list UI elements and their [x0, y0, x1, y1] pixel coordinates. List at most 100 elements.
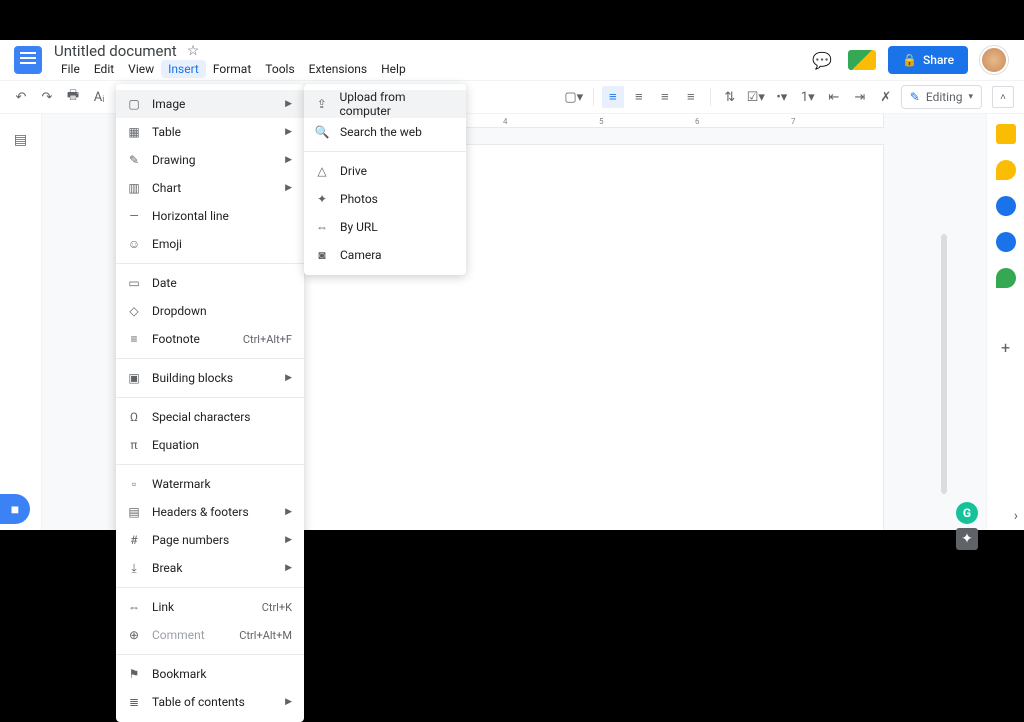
- menu-item-label: Table of contents: [152, 695, 245, 709]
- star-icon[interactable]: ☆: [187, 43, 200, 59]
- pencil-icon: ✎: [910, 90, 920, 104]
- ruler-mark: 4: [503, 117, 508, 126]
- menu-item-emoji[interactable]: ☺Emoji: [116, 230, 304, 258]
- menu-item-page-numbers[interactable]: #Page numbers▶: [116, 526, 304, 554]
- clear-formatting-button[interactable]: ✗: [875, 86, 897, 108]
- menu-item-footnote[interactable]: ≡FootnoteCtrl+Alt+F: [116, 325, 304, 353]
- outline-icon[interactable]: ▤: [14, 132, 27, 148]
- menu-item-equation[interactable]: πEquation: [116, 431, 304, 459]
- shortcut: Ctrl+Alt+F: [243, 333, 292, 346]
- menu-item-building-blocks[interactable]: ▣Building blocks▶: [116, 364, 304, 392]
- menu-item-table-of-contents[interactable]: ≣Table of contents▶: [116, 688, 304, 716]
- submenu-item-upload-from-computer[interactable]: ⇪Upload from computer: [304, 90, 466, 118]
- align-left-button[interactable]: ≡: [602, 86, 624, 108]
- menu-item-headers-&-footers[interactable]: ▤Headers & footers▶: [116, 498, 304, 526]
- meet-fab[interactable]: ■: [0, 494, 30, 524]
- line-spacing-button[interactable]: ⇅: [719, 86, 741, 108]
- increase-indent-button[interactable]: ⇥: [849, 86, 871, 108]
- menu-item-bookmark[interactable]: ⚑Bookmark: [116, 660, 304, 688]
- decrease-indent-button[interactable]: ⇤: [823, 86, 845, 108]
- menu-item-dropdown[interactable]: ◇Dropdown: [116, 297, 304, 325]
- menu-item-special-characters[interactable]: ΩSpecial characters: [116, 403, 304, 431]
- menu-item-icon: ▥: [126, 181, 142, 195]
- menu-extensions[interactable]: Extensions: [302, 60, 374, 78]
- lock-icon: 🔒: [902, 53, 917, 67]
- docs-logo-icon[interactable]: [14, 46, 42, 74]
- numbered-list-button[interactable]: 1▾: [797, 86, 819, 108]
- undo-button[interactable]: ↶: [10, 86, 32, 108]
- menu-help[interactable]: Help: [374, 60, 413, 78]
- menu-item-label: Headers & footers: [152, 505, 249, 519]
- submenu-item-search-the-web[interactable]: 🔍Search the web: [304, 118, 466, 146]
- submenu-item-label: Upload from computer: [339, 90, 456, 118]
- menu-item-label: Footnote: [152, 332, 200, 346]
- checklist-button[interactable]: ☑▾: [745, 86, 767, 108]
- submenu-item-icon: △: [314, 164, 330, 178]
- align-center-button[interactable]: ≡: [628, 86, 650, 108]
- share-button[interactable]: 🔒 Share: [888, 46, 968, 74]
- comments-history-icon[interactable]: 💬: [808, 46, 836, 74]
- menu-item-icon: ▣: [126, 371, 142, 385]
- ruler-mark: 5: [599, 117, 604, 126]
- submenu-item-drive[interactable]: △Drive: [304, 157, 466, 185]
- maps-icon[interactable]: [996, 268, 1016, 288]
- ruler-mark: 6: [695, 117, 700, 126]
- menu-item-drawing[interactable]: ✎Drawing▶: [116, 146, 304, 174]
- spellcheck-button[interactable]: Aᵢ: [88, 86, 110, 108]
- menu-item-icon: ☺: [126, 237, 142, 251]
- align-right-button[interactable]: ≡: [654, 86, 676, 108]
- bulleted-list-button[interactable]: •▾: [771, 86, 793, 108]
- menu-item-break[interactable]: ⤓Break▶: [116, 554, 304, 582]
- menu-item-chart[interactable]: ▥Chart▶: [116, 174, 304, 202]
- titlebar: Untitled document ☆ FileEditViewInsertFo…: [0, 40, 1024, 80]
- menu-tools[interactable]: Tools: [258, 60, 301, 78]
- menu-edit[interactable]: Edit: [87, 60, 121, 78]
- share-label: Share: [923, 53, 954, 67]
- contacts-icon[interactable]: [996, 232, 1016, 252]
- explore-button[interactable]: ✦: [956, 528, 978, 550]
- calendar-icon[interactable]: [996, 124, 1016, 144]
- collapse-toolbar-button[interactable]: ˄: [992, 86, 1014, 108]
- document-title[interactable]: Untitled document: [54, 42, 177, 60]
- submenu-item-camera[interactable]: ◙Camera: [304, 241, 466, 269]
- submenu-item-photos[interactable]: ✦Photos: [304, 185, 466, 213]
- print-button[interactable]: 🖶: [62, 86, 84, 108]
- outline-rail: ▤: [0, 114, 42, 530]
- menu-item-link[interactable]: ⇔LinkCtrl+K: [116, 593, 304, 621]
- menu-insert[interactable]: Insert: [161, 60, 206, 78]
- menu-format[interactable]: Format: [206, 60, 258, 78]
- menu-item-comment: ⊕CommentCtrl+Alt+M: [116, 621, 304, 649]
- menu-item-icon: ▦: [126, 125, 142, 139]
- submenu-item-label: Search the web: [340, 125, 422, 139]
- meet-icon[interactable]: [848, 50, 876, 70]
- scrollbar-thumb[interactable]: [941, 234, 947, 494]
- menu-item-image[interactable]: ▢Image▶: [116, 90, 304, 118]
- submenu-item-by-url[interactable]: ⇔By URL: [304, 213, 466, 241]
- menu-view[interactable]: View: [121, 60, 161, 78]
- insert-image-button[interactable]: ▢▾: [563, 86, 585, 108]
- menu-item-label: Break: [152, 561, 182, 575]
- menu-item-date[interactable]: ▭Date: [116, 269, 304, 297]
- submenu-arrow-icon: ▶: [285, 373, 292, 383]
- ruler-mark: 7: [791, 117, 796, 126]
- keep-icon[interactable]: [996, 160, 1016, 180]
- separator: [593, 88, 594, 106]
- menu-item-icon: Ω: [126, 410, 142, 424]
- menu-item-horizontal-line[interactable]: —Horizontal line: [116, 202, 304, 230]
- redo-button[interactable]: ↷: [36, 86, 58, 108]
- menu-item-watermark[interactable]: ▫Watermark: [116, 470, 304, 498]
- menu-item-icon: ▫: [126, 477, 142, 491]
- side-panel-toggle[interactable]: ›: [1014, 508, 1018, 524]
- mode-selector[interactable]: ✎ Editing ▾: [901, 85, 982, 109]
- mode-label: Editing: [926, 90, 963, 104]
- title-wrap: Untitled document ☆ FileEditViewInsertFo…: [54, 42, 800, 78]
- menu-item-label: Link: [152, 600, 174, 614]
- menu-file[interactable]: File: [54, 60, 87, 78]
- menu-item-table[interactable]: ▦Table▶: [116, 118, 304, 146]
- align-justify-button[interactable]: ≡: [680, 86, 702, 108]
- menu-item-icon: ▤: [126, 505, 142, 519]
- tasks-icon[interactable]: [996, 196, 1016, 216]
- grammarly-icon[interactable]: G: [956, 502, 978, 524]
- account-avatar[interactable]: [980, 46, 1008, 74]
- add-addon-icon[interactable]: +: [1001, 338, 1010, 357]
